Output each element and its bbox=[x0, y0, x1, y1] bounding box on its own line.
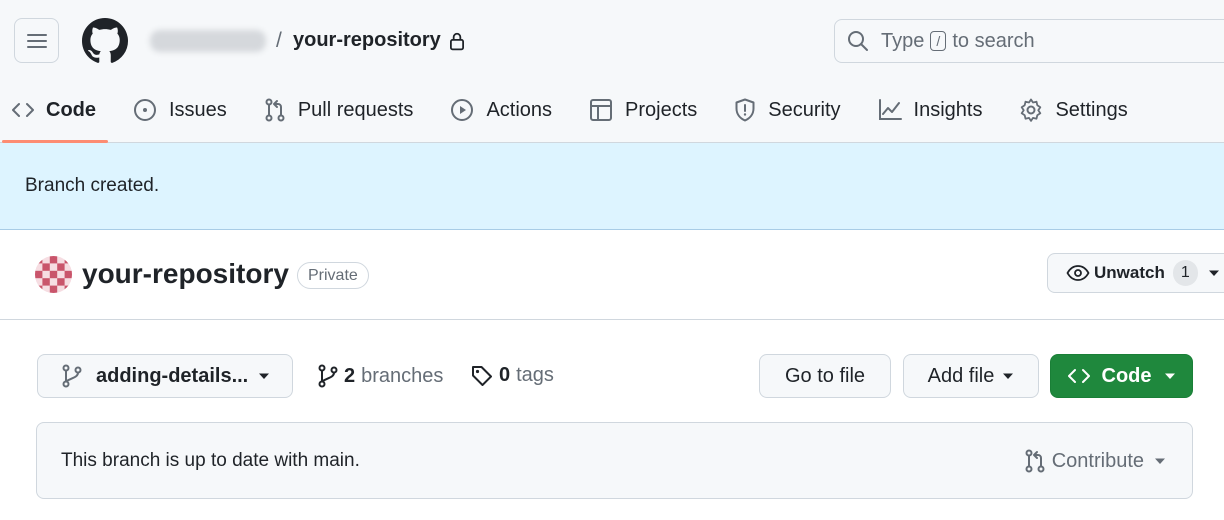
menu-button[interactable] bbox=[14, 18, 59, 63]
tab-label: Issues bbox=[169, 98, 227, 121]
tab-label: Projects bbox=[625, 98, 698, 121]
tab-label: Settings bbox=[1055, 98, 1128, 121]
chevron-down-icon bbox=[1208, 270, 1219, 276]
repo-nav: Code Issues Pull requests Actions Projec… bbox=[0, 86, 1153, 143]
graph-icon bbox=[878, 99, 902, 120]
contribute-label: Contribute bbox=[1051, 449, 1144, 472]
branch-status-box: This branch is up to date with main. Con… bbox=[36, 422, 1193, 499]
breadcrumb-separator: / bbox=[276, 29, 282, 52]
tab-actions[interactable]: Actions bbox=[438, 86, 564, 134]
code-icon bbox=[1067, 369, 1090, 383]
lock-icon bbox=[450, 32, 464, 51]
contribute-button[interactable]: Contribute bbox=[1024, 449, 1166, 473]
pull-request-icon bbox=[1025, 449, 1045, 473]
tab-security[interactable]: Security bbox=[722, 86, 852, 134]
chevron-down-icon bbox=[259, 373, 270, 379]
tab-settings[interactable]: Settings bbox=[1007, 86, 1139, 134]
go-to-file-button[interactable]: Go to file bbox=[759, 354, 891, 398]
search-input[interactable]: Type / to search bbox=[834, 19, 1224, 63]
tab-insights[interactable]: Insights bbox=[866, 86, 995, 134]
tab-code[interactable]: Code bbox=[0, 86, 108, 143]
git-branch-icon bbox=[318, 364, 338, 388]
tab-projects[interactable]: Projects bbox=[577, 86, 709, 134]
add-file-label: Add file bbox=[927, 364, 995, 387]
flash-message: Branch created. bbox=[25, 175, 160, 196]
repo-title[interactable]: your-repository bbox=[82, 258, 289, 290]
tags-count: 0 bbox=[499, 364, 511, 386]
code-button-label: Code bbox=[1101, 364, 1152, 387]
tags-link[interactable]: 0 tags bbox=[471, 364, 554, 387]
play-icon bbox=[451, 99, 474, 121]
eye-icon bbox=[1066, 265, 1090, 281]
flash-notice: Branch created. bbox=[0, 143, 1224, 230]
unwatch-label: Unwatch bbox=[1094, 263, 1165, 282]
branches-link[interactable]: 2 branches bbox=[318, 364, 443, 388]
gear-icon bbox=[1021, 98, 1042, 122]
search-prefix: Type bbox=[881, 29, 925, 52]
search-icon bbox=[848, 31, 868, 51]
branches-label: branches bbox=[361, 364, 444, 387]
branch-name: adding-details... bbox=[96, 364, 249, 387]
code-button[interactable]: Code bbox=[1050, 354, 1193, 398]
chevron-down-icon bbox=[1164, 373, 1175, 379]
tab-label: Code bbox=[46, 98, 96, 121]
visibility-badge: Private bbox=[297, 262, 369, 289]
global-header: / your-repository Type / to search Code … bbox=[0, 0, 1224, 143]
search-suffix: to search bbox=[952, 29, 1035, 52]
git-branch-icon bbox=[62, 364, 82, 388]
github-logo-icon[interactable] bbox=[82, 18, 128, 64]
tags-label: tags bbox=[516, 364, 554, 386]
branch-status-message: This branch is up to date with main. bbox=[61, 449, 360, 471]
tab-label: Security bbox=[768, 98, 841, 121]
code-icon bbox=[12, 103, 34, 117]
add-file-button[interactable]: Add file bbox=[903, 354, 1039, 398]
table-icon bbox=[590, 99, 613, 121]
watch-count: 1 bbox=[1172, 260, 1198, 286]
search-shortcut-key: / bbox=[930, 31, 947, 51]
owner-name-redacted[interactable] bbox=[150, 30, 266, 52]
branches-count: 2 bbox=[344, 364, 356, 387]
tab-label: Pull requests bbox=[297, 98, 414, 121]
tab-label: Actions bbox=[486, 98, 553, 121]
unwatch-button[interactable]: Unwatch 1 bbox=[1047, 253, 1224, 293]
tag-icon bbox=[472, 365, 492, 386]
repo-header: your-repository Private Unwatch 1 bbox=[0, 230, 1224, 320]
pull-request-icon bbox=[265, 98, 285, 122]
tab-pull-requests[interactable]: Pull requests bbox=[252, 86, 426, 134]
identicon-icon bbox=[35, 256, 72, 293]
shield-icon bbox=[735, 98, 755, 122]
issue-icon bbox=[134, 99, 156, 121]
chevron-down-icon bbox=[1003, 373, 1014, 379]
branch-selector[interactable]: adding-details... bbox=[37, 354, 293, 398]
tab-issues[interactable]: Issues bbox=[121, 86, 239, 134]
hamburger-icon bbox=[26, 33, 47, 48]
go-to-file-label: Go to file bbox=[784, 364, 866, 387]
tab-label: Insights bbox=[913, 98, 983, 121]
owner-avatar[interactable] bbox=[35, 256, 72, 293]
breadcrumb-repo-link[interactable]: your-repository bbox=[293, 29, 441, 52]
chevron-down-icon bbox=[1155, 458, 1165, 464]
